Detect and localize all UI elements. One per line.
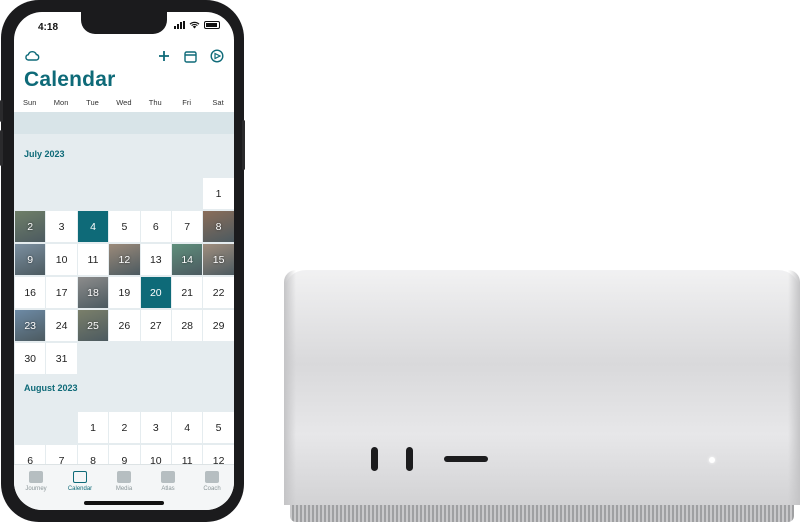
journey-icon	[29, 471, 43, 483]
iphone-device: 4:18 Calendar Sun Mon Tue Wed Thu Fri Sat	[0, 0, 245, 522]
calendar-day[interactable]: 3	[46, 211, 77, 242]
calendar-day[interactable]: 1	[203, 178, 234, 209]
tab-label: Coach	[203, 486, 221, 492]
calendar-day[interactable]: 19	[109, 277, 140, 308]
calendar-day[interactable]: 26	[109, 310, 140, 341]
calendar-grid: July 2023 1 2 3 4 5 6 7 8 9 10 11 12 13 14 15 16 17 18 19 20…	[14, 112, 234, 476]
weekday-label: Thu	[148, 98, 162, 107]
weekday-label: Fri	[182, 98, 192, 107]
calendar-day[interactable]: 21	[172, 277, 203, 308]
calendar-day[interactable]: 10	[46, 244, 77, 275]
calendar-day[interactable]: 1	[77, 412, 109, 443]
weekday-label: Tue	[86, 98, 99, 107]
power-button	[242, 120, 245, 170]
battery-icon	[204, 21, 220, 29]
power-led	[709, 457, 715, 463]
calendar-day[interactable]: 31	[46, 343, 77, 374]
calendar-day[interactable]: 7	[172, 211, 203, 242]
cloud-icon[interactable]	[22, 46, 42, 66]
toolbar	[14, 46, 234, 68]
tab-media[interactable]: Media	[102, 469, 146, 492]
weekday-label: Wed	[116, 98, 132, 107]
wifi-icon	[189, 21, 200, 29]
calendar-day[interactable]: 15	[203, 244, 234, 275]
tab-label: Media	[115, 486, 133, 492]
weekday-label: Sat	[212, 98, 224, 107]
tab-coach[interactable]: Coach	[190, 469, 234, 492]
calendar-day[interactable]: 6	[140, 211, 171, 242]
phone-screen: 4:18 Calendar Sun Mon Tue Wed Thu Fri Sat	[14, 12, 234, 510]
calendar-day[interactable]: 23	[15, 310, 46, 341]
week-band	[14, 112, 234, 134]
atlas-icon	[161, 471, 175, 483]
tab-calendar[interactable]: Calendar	[58, 469, 102, 492]
calendar-day[interactable]: 4	[77, 211, 109, 242]
weekday-label: Mon	[53, 98, 69, 107]
usb-c-port	[371, 447, 378, 471]
usb-c-port	[406, 447, 413, 471]
calendar-day[interactable]: 3	[140, 412, 171, 443]
media-icon	[117, 471, 131, 483]
calendar-day[interactable]: 13	[140, 244, 171, 275]
plus-icon[interactable]	[154, 46, 174, 66]
volume-button	[0, 130, 3, 166]
page-title: Calendar	[24, 68, 116, 91]
month-header: August 2023	[24, 383, 78, 393]
compass-icon[interactable]	[207, 46, 227, 66]
signal-icon	[174, 21, 185, 29]
calendar-day[interactable]: 18	[77, 277, 109, 308]
tab-atlas[interactable]: Atlas	[146, 469, 190, 492]
calendar-day[interactable]: 20	[140, 277, 171, 308]
sd-card-slot	[444, 456, 488, 462]
calendar-day[interactable]: 29	[203, 310, 234, 341]
calendar-icon	[73, 471, 87, 483]
calendar-day[interactable]: 28	[172, 310, 203, 341]
calendar-day[interactable]: 17	[46, 277, 77, 308]
mac-studio-vent	[290, 505, 794, 522]
calendar-day[interactable]: 27	[140, 310, 171, 341]
weekday-label: Sun	[23, 98, 37, 107]
notch	[81, 12, 167, 34]
calendar-day[interactable]: 30	[15, 343, 46, 374]
mac-studio-device	[284, 270, 800, 505]
month-header: July 2023	[24, 149, 65, 159]
calendar-day[interactable]: 22	[203, 277, 234, 308]
calendar-day[interactable]: 16	[15, 277, 46, 308]
status-time: 4:18	[38, 22, 59, 33]
status-icons	[174, 21, 220, 29]
calendar-day[interactable]: 14	[172, 244, 203, 275]
tab-label: Atlas	[161, 486, 175, 492]
calendar-day[interactable]: 9	[15, 244, 46, 275]
calendar-icon[interactable]	[180, 46, 200, 66]
calendar-day[interactable]: 2	[109, 412, 140, 443]
calendar-day[interactable]: 5	[203, 412, 234, 443]
calendar-day[interactable]: 2	[15, 211, 46, 242]
weekday-header: Sun Mon Tue Wed Thu Fri Sat	[14, 98, 234, 107]
tab-label: Calendar	[67, 486, 93, 492]
calendar-day[interactable]: 11	[77, 244, 109, 275]
volume-button	[0, 100, 3, 122]
calendar-day[interactable]: 8	[203, 211, 234, 242]
home-indicator	[84, 501, 164, 505]
calendar-day[interactable]: 25	[77, 310, 109, 341]
tab-label: Journey	[25, 486, 47, 492]
coach-icon	[205, 471, 219, 483]
calendar-day[interactable]: 24	[46, 310, 77, 341]
calendar-day[interactable]: 5	[109, 211, 140, 242]
calendar-day[interactable]: 4	[172, 412, 203, 443]
tab-journey[interactable]: Journey	[14, 469, 58, 492]
calendar-day[interactable]: 12	[109, 244, 140, 275]
